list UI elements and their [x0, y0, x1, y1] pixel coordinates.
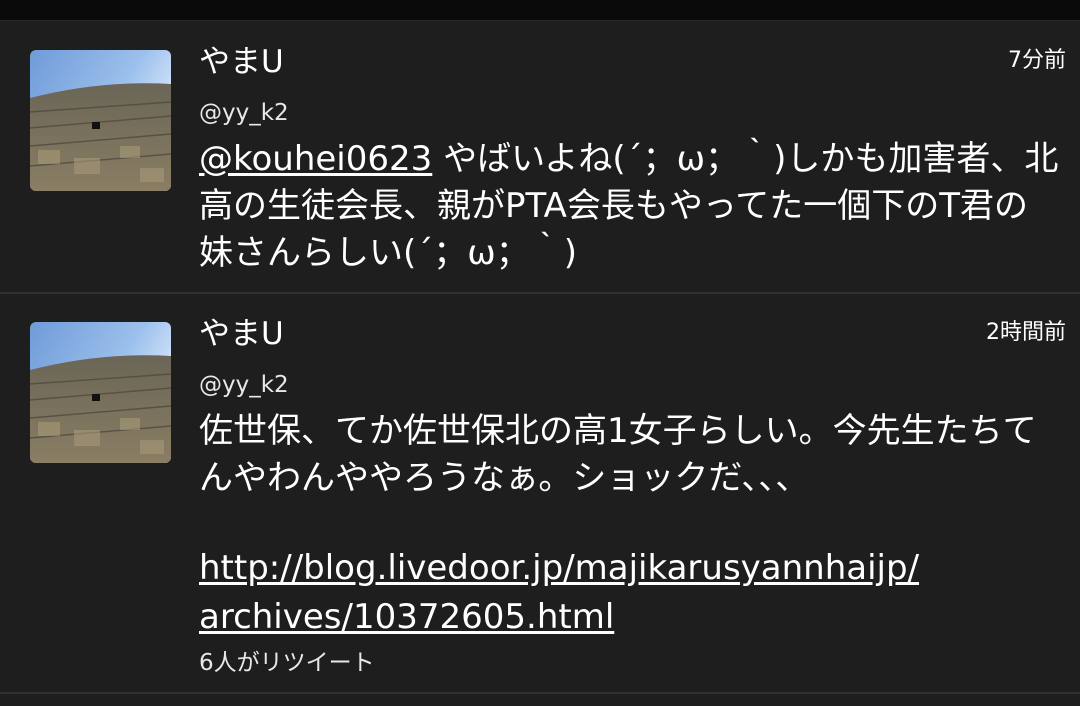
tweet-timestamp: 2時間前: [986, 320, 1066, 345]
user-handle: @yy_k2: [199, 100, 289, 126]
tweet-item[interactable]: やまU 7分前 @yy_k2 @kouhei0623 やばいよね(´；ω；｀)し…: [0, 22, 1080, 294]
profile-photo-icon: [30, 322, 171, 463]
url-link-line-1[interactable]: http://blog.livedoor.jp/majikarusyannhai…: [199, 544, 919, 593]
tweet-timestamp: 7分前: [1008, 48, 1066, 73]
retweet-count: 6人がリツイート: [199, 650, 375, 676]
status-bar: [0, 0, 1080, 21]
tweet-item[interactable]: やまU 2時間前 @yy_k2 佐世保、てか佐世保北の高1女子らしい。今先生たち…: [0, 294, 1080, 694]
user-name[interactable]: やまU: [199, 314, 284, 354]
user-handle: @yy_k2: [199, 372, 289, 398]
tweet-link[interactable]: http://blog.livedoor.jp/majikarusyannhai…: [199, 544, 919, 642]
profile-photo-icon: [30, 50, 171, 191]
mention-link[interactable]: @kouhei0623: [199, 139, 432, 179]
url-link-line-2[interactable]: archives/10372605.html: [199, 593, 919, 642]
avatar[interactable]: [30, 322, 171, 463]
tweet-text: 佐世保、てか佐世保北の高1女子らしい。今先生たちてんやわんややろうなぁ。ショック…: [199, 411, 1037, 498]
avatar[interactable]: [30, 50, 171, 191]
user-name[interactable]: やまU: [199, 42, 284, 82]
tweet-text: @kouhei0623 やばいよね(´；ω；｀)しかも加害者、北高の生徒会長、親…: [199, 136, 1059, 277]
